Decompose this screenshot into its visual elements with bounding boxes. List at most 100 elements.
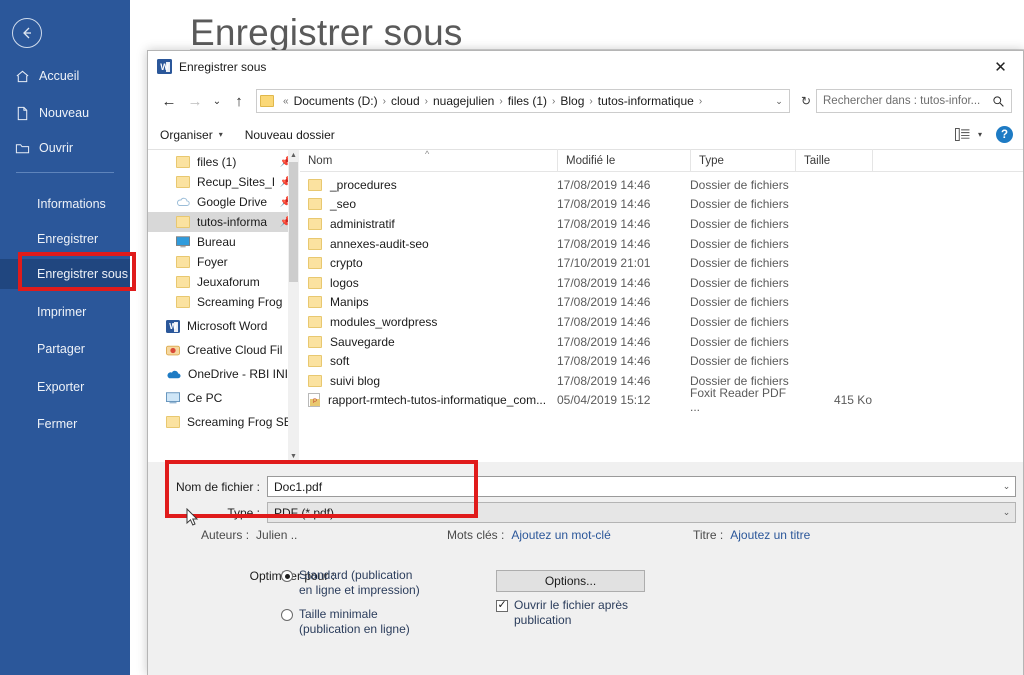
optimize-radio-group[interactable]: Standard (publication en ligne et impres… xyxy=(281,568,426,637)
dialog-body: files (1) 📌 Recup_Sites_I 📌 Google Drive… xyxy=(148,150,1023,462)
tree-item-google-drive[interactable]: Google Drive 📌 xyxy=(148,192,299,212)
table-row[interactable]: suivi blog 17/08/2019 14:46 Dossier de f… xyxy=(300,371,1023,391)
tree-scrollbar[interactable]: ▲ ▼ xyxy=(288,150,299,462)
scroll-up-icon[interactable]: ▲ xyxy=(288,150,299,161)
sidebar-item-enregistrer[interactable]: Enregistrer xyxy=(0,224,130,254)
sidebar-divider xyxy=(16,172,114,173)
table-row[interactable]: _procedures 17/08/2019 14:46 Dossier de … xyxy=(300,175,1023,195)
file-name: crypto xyxy=(330,256,363,270)
sidebar-item-accueil[interactable]: Accueil xyxy=(0,61,130,91)
back-arrow-button[interactable] xyxy=(12,18,42,48)
table-row[interactable]: _seo 17/08/2019 14:46 Dossier de fichier… xyxy=(300,195,1023,215)
breadcrumb[interactable]: « Documents (D:) › cloud › nuagejulien ›… xyxy=(256,89,790,113)
tree-item-microsoft-word[interactable]: W Microsoft Word xyxy=(148,316,299,336)
up-icon[interactable]: ↑ xyxy=(226,88,252,114)
keywords-field[interactable]: Mots clés : Ajoutez un mot-clé xyxy=(447,528,611,542)
table-row[interactable]: Sauvegarde 17/08/2019 14:46 Dossier de f… xyxy=(300,332,1023,352)
options-button[interactable]: Options... xyxy=(496,570,645,592)
table-row[interactable]: crypto 17/10/2019 21:01 Dossier de fichi… xyxy=(300,253,1023,273)
breadcrumb-item[interactable]: Documents (D:) xyxy=(294,94,378,108)
radio-standard[interactable]: Standard (publication en ligne et impres… xyxy=(281,568,426,598)
table-row[interactable]: soft 17/08/2019 14:46 Dossier de fichier… xyxy=(300,351,1023,371)
filetype-select[interactable]: PDF (*.pdf) ⌄ xyxy=(267,502,1016,523)
sidebar-item-ouvrir[interactable]: Ouvrir xyxy=(0,133,130,163)
table-row[interactable]: Manips 17/08/2019 14:46 Dossier de fichi… xyxy=(300,293,1023,313)
new-folder-button[interactable]: Nouveau dossier xyxy=(245,128,335,142)
tree-item-jeuxaforum[interactable]: Jeuxaforum xyxy=(148,272,299,292)
sidebar-item-exporter[interactable]: Exporter xyxy=(0,372,130,402)
back-icon[interactable]: ← xyxy=(156,88,182,114)
authors-value[interactable]: Julien .. xyxy=(256,528,297,542)
sidebar-item-nouveau[interactable]: Nouveau xyxy=(0,98,130,128)
view-options-button[interactable]: ▾ xyxy=(955,128,982,141)
chevron-down-icon[interactable]: ⌄ xyxy=(771,96,787,107)
tree-item-screaming-frog[interactable]: Screaming Frog xyxy=(148,292,299,312)
authors-field[interactable]: Auteurs : Julien .. xyxy=(201,528,297,542)
breadcrumb-item[interactable]: nuagejulien xyxy=(433,94,494,108)
radio-button-icon[interactable] xyxy=(281,609,293,621)
column-header-modifie[interactable]: Modifié le xyxy=(557,149,690,171)
breadcrumb-item[interactable]: Blog xyxy=(560,94,584,108)
breadcrumb-separator[interactable]: › xyxy=(589,96,592,107)
table-row[interactable]: rapport-rmtech-tutos-informatique_com...… xyxy=(300,391,1023,411)
scrollbar-thumb[interactable] xyxy=(289,162,298,282)
tree-item-onedrive[interactable]: OneDrive - RBI INI xyxy=(148,364,299,384)
tree-item-foyer[interactable]: Foyer xyxy=(148,252,299,272)
close-icon[interactable]: ✕ xyxy=(978,51,1023,82)
tree-item-screaming-frog-se[interactable]: Screaming Frog SE xyxy=(148,412,299,432)
sidebar-item-enregistrer-sous[interactable]: Enregistrer sous xyxy=(0,259,130,289)
sidebar-item-fermer[interactable]: Fermer xyxy=(0,409,130,439)
tree-item-bureau[interactable]: Bureau xyxy=(148,232,299,252)
tree-item-label: tutos-informa xyxy=(197,215,267,229)
breadcrumb-separator[interactable]: › xyxy=(425,96,428,107)
tree-item-files[interactable]: files (1) 📌 xyxy=(148,152,299,172)
keywords-value[interactable]: Ajoutez un mot-clé xyxy=(511,528,610,542)
breadcrumb-item[interactable]: cloud xyxy=(391,94,420,108)
radio-button-icon[interactable] xyxy=(281,570,293,582)
breadcrumb-item[interactable]: tutos-informatique xyxy=(598,94,694,108)
refresh-icon[interactable]: ↻ xyxy=(796,94,816,108)
breadcrumb-separator[interactable]: › xyxy=(552,96,555,107)
recent-locations-icon[interactable]: ⌄ xyxy=(208,88,226,114)
navigation-tree[interactable]: files (1) 📌 Recup_Sites_I 📌 Google Drive… xyxy=(148,150,300,462)
file-name: modules_wordpress xyxy=(330,315,437,329)
sidebar-item-partager[interactable]: Partager xyxy=(0,334,130,364)
organize-button[interactable]: Organiser ▾ xyxy=(160,128,223,142)
table-row[interactable]: logos 17/08/2019 14:46 Dossier de fichie… xyxy=(300,273,1023,293)
tree-item-label: Microsoft Word xyxy=(187,319,267,333)
tree-item-tutos-informatique[interactable]: tutos-informa 📌 xyxy=(148,212,299,232)
chevron-down-icon[interactable]: ⌄ xyxy=(998,503,1015,522)
title-value[interactable]: Ajoutez un titre xyxy=(730,528,810,542)
forward-icon[interactable]: → xyxy=(182,88,208,114)
table-row[interactable]: annexes-audit-seo 17/08/2019 14:46 Dossi… xyxy=(300,234,1023,254)
open-after-publish-checkbox[interactable]: Ouvrir le fichier après publication xyxy=(496,598,646,628)
file-type: Dossier de fichiers xyxy=(690,256,795,270)
folder-icon xyxy=(176,256,190,268)
column-header-taille[interactable]: Taille xyxy=(795,149,872,171)
folder-open-icon xyxy=(15,141,30,156)
filename-row: Nom de fichier : Doc1.pdf ⌄ xyxy=(148,476,1024,497)
filename-input[interactable]: Doc1.pdf ⌄ xyxy=(267,476,1016,497)
scroll-down-icon[interactable]: ▼ xyxy=(288,451,299,462)
sidebar-item-informations[interactable]: Informations xyxy=(0,189,130,219)
help-icon[interactable]: ? xyxy=(996,126,1013,143)
chevron-down-icon[interactable]: ⌄ xyxy=(998,477,1015,496)
table-row[interactable]: modules_wordpress 17/08/2019 14:46 Dossi… xyxy=(300,312,1023,332)
column-header-type[interactable]: Type xyxy=(690,149,795,171)
search-input[interactable]: Rechercher dans : tutos-infor... xyxy=(816,89,1012,113)
radio-minimal[interactable]: Taille minimale (publication en ligne) xyxy=(281,607,426,637)
table-row[interactable]: administratif 17/08/2019 14:46 Dossier d… xyxy=(300,214,1023,234)
folder-icon xyxy=(166,416,180,428)
breadcrumb-separator[interactable]: › xyxy=(383,96,386,107)
breadcrumb-separator[interactable]: › xyxy=(699,96,702,107)
breadcrumb-item[interactable]: files (1) xyxy=(508,94,547,108)
sidebar-item-imprimer[interactable]: Imprimer xyxy=(0,297,130,327)
file-type: Dossier de fichiers xyxy=(690,295,795,309)
breadcrumb-separator[interactable]: › xyxy=(499,96,502,107)
tree-item-ce-pc[interactable]: Ce PC xyxy=(148,388,299,408)
tree-item-creative-cloud[interactable]: Creative Cloud Fil xyxy=(148,340,299,360)
home-icon xyxy=(15,69,30,84)
checkbox-icon[interactable] xyxy=(496,600,508,612)
tree-item-recup-sites[interactable]: Recup_Sites_I 📌 xyxy=(148,172,299,192)
title-field[interactable]: Titre : Ajoutez un titre xyxy=(693,528,810,542)
